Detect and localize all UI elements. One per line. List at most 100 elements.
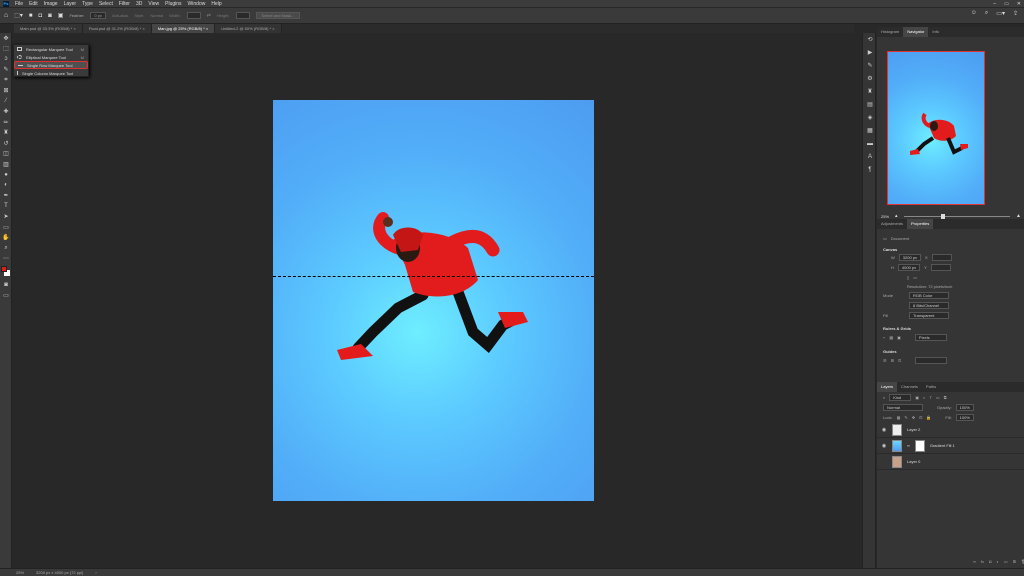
link-layers-icon[interactable]: ∞ xyxy=(973,559,976,564)
filter-pixel-icon[interactable]: ▣ xyxy=(915,395,919,400)
healing-brush-icon[interactable]: ✚ xyxy=(0,107,12,118)
tab-histogram[interactable]: Histogram xyxy=(877,27,903,37)
screen-mode-icon[interactable]: ▭ xyxy=(0,291,12,302)
zoom-slider[interactable] xyxy=(903,213,1011,219)
stamp-tool-icon[interactable]: ♜ xyxy=(0,128,12,139)
close-icon[interactable]: × xyxy=(272,26,274,31)
actions-icon[interactable]: ▶ xyxy=(863,46,877,59)
quick-select-tool-icon[interactable]: ✎ xyxy=(0,65,12,76)
status-arrow-icon[interactable]: › xyxy=(95,570,96,575)
lock-transparent-icon[interactable]: ▦ xyxy=(897,415,901,420)
pen-tool-icon[interactable]: ✒ xyxy=(0,191,12,202)
quick-mask-icon[interactable]: ◙ xyxy=(0,280,12,291)
filter-kind-select[interactable]: Kind xyxy=(889,393,912,401)
tab-man[interactable]: Man.jpg @ 25% (RGB/8) * × xyxy=(151,24,216,33)
close-icon[interactable]: × xyxy=(73,26,75,31)
zoom-tool-icon[interactable]: ⌕ xyxy=(0,243,12,254)
menu-window[interactable]: Window xyxy=(188,1,206,7)
character-icon[interactable]: A xyxy=(863,150,877,163)
opacity-field[interactable]: 100% xyxy=(955,403,974,411)
blend-mode-select[interactable]: Normal xyxy=(883,403,923,411)
menu-help[interactable]: Help xyxy=(211,1,221,7)
filter-type-icon[interactable]: T xyxy=(929,395,931,400)
lock-all-icon[interactable]: 🔒 xyxy=(926,415,931,420)
guides-layout-icon[interactable]: ☰ xyxy=(883,358,887,363)
dodge-tool-icon[interactable]: ◐ xyxy=(0,180,12,191)
tab-navigator[interactable]: Navigator xyxy=(903,27,929,37)
layer-row[interactable]: ◉ Layer 2 xyxy=(877,422,1024,438)
brushes-icon[interactable]: ✎ xyxy=(863,59,877,72)
close-icon[interactable]: × xyxy=(206,26,208,31)
foreground-color-swatch[interactable] xyxy=(1,266,7,272)
paragraph-icon[interactable]: ¶ xyxy=(863,163,877,176)
tab-properties[interactable]: Properties xyxy=(907,219,934,229)
lock-image-icon[interactable]: ✎ xyxy=(904,415,907,420)
filter-search-icon[interactable]: ⌕ xyxy=(883,395,885,400)
bit-depth-select[interactable]: 8 Bits/Channel xyxy=(909,301,949,309)
tab-paths[interactable]: Paths xyxy=(922,382,940,392)
lock-position-icon[interactable]: ✥ xyxy=(912,415,915,420)
single-column-marquee-item[interactable]: Single Column Marquee Tool xyxy=(14,69,88,77)
history-icon[interactable]: ⟲ xyxy=(863,33,877,46)
swatches-icon[interactable]: ▦ xyxy=(863,124,877,137)
guide-from-shape-icon[interactable]: ⊡ xyxy=(898,358,901,363)
select-and-mask-button[interactable]: Select and Mask... xyxy=(255,12,301,19)
tab-channels[interactable]: Channels xyxy=(897,382,922,392)
menu-view[interactable]: View xyxy=(148,1,159,7)
canvas-y-field[interactable] xyxy=(930,263,951,271)
subtract-selection-icon[interactable]: ◙ xyxy=(48,13,52,19)
portrait-icon[interactable]: ▯ xyxy=(907,275,909,280)
frame-tool-icon[interactable]: ⊠ xyxy=(0,86,12,97)
filter-adjust-icon[interactable]: ◐ xyxy=(923,395,925,400)
home-icon[interactable]: ⌂ xyxy=(4,12,8,19)
hand-tool-icon[interactable]: ✋ xyxy=(0,233,12,244)
adjustment-layer-icon[interactable]: ◐ xyxy=(996,559,998,564)
guide-color-select[interactable] xyxy=(915,356,948,364)
feather-input[interactable]: 0 px xyxy=(90,12,106,19)
menu-select[interactable]: Select xyxy=(99,1,113,7)
layer-name[interactable]: Layer 2 xyxy=(907,427,920,432)
menu-type[interactable]: Type xyxy=(82,1,93,7)
menu-edit[interactable]: Edit xyxy=(29,1,38,7)
crop-tool-icon[interactable]: ⌗ xyxy=(0,75,12,86)
single-row-marquee-item[interactable]: Single Row Marquee Tool xyxy=(14,61,88,69)
layer-name[interactable]: Gradient Fill 1 xyxy=(930,443,955,448)
more-tools-icon[interactable]: ⋯ xyxy=(0,254,12,265)
tab-info[interactable]: Info xyxy=(928,27,943,37)
navigator-zoom-value[interactable]: 25% xyxy=(881,214,889,219)
menu-file[interactable]: File xyxy=(15,1,23,7)
eyedropper-tool-icon[interactable]: ⁄ xyxy=(0,96,12,107)
height-input[interactable] xyxy=(235,12,250,19)
new-selection-icon[interactable]: ■ xyxy=(29,13,33,19)
tab-float[interactable]: Float.psd @ 31.2% (RGB/8) * × xyxy=(82,24,152,33)
lock-artboard-icon[interactable]: ⊡ xyxy=(919,415,922,420)
layer-row[interactable]: ◉ ∞ Gradient Fill 1 xyxy=(877,438,1024,454)
ruler-icon[interactable]: ⌐ xyxy=(883,335,885,340)
3d-icon[interactable]: ◈ xyxy=(863,111,877,124)
share-icon[interactable]: ⇪ xyxy=(1013,10,1018,17)
menu-layer[interactable]: Layer xyxy=(64,1,77,7)
workspace-icon[interactable]: ▭▾ xyxy=(996,10,1005,17)
blur-tool-icon[interactable]: ● xyxy=(0,170,12,181)
eraser-tool-icon[interactable]: ◫ xyxy=(0,149,12,160)
close-icon[interactable]: × xyxy=(142,26,144,31)
zoom-slider-thumb[interactable] xyxy=(940,213,945,219)
close-icon[interactable]: ✕ xyxy=(1017,1,1021,7)
search-icon[interactable]: ⌕ xyxy=(985,10,988,17)
menu-filter[interactable]: Filter xyxy=(119,1,130,7)
tab-adjustments[interactable]: Adjustments xyxy=(877,219,907,229)
layer-fill-field[interactable]: 100% xyxy=(955,413,974,421)
layer-row[interactable]: Layer 0 xyxy=(877,454,1024,470)
canvas-height-field[interactable]: 4000 px xyxy=(897,263,921,271)
visibility-eye-icon[interactable]: ◉ xyxy=(881,443,887,449)
marquee-tool-icon[interactable]: ⬚ xyxy=(0,44,12,55)
units-select[interactable]: Pixels xyxy=(914,333,947,341)
color-swatches[interactable] xyxy=(0,264,11,280)
layer-name[interactable]: Layer 0 xyxy=(907,459,920,464)
group-icon[interactable]: ▭ xyxy=(1004,559,1008,564)
fx-icon[interactable]: fx xyxy=(981,559,984,564)
add-selection-icon[interactable]: ◘ xyxy=(39,13,43,19)
type-tool-icon[interactable]: T xyxy=(0,201,12,212)
menu-plugins[interactable]: Plugins xyxy=(165,1,181,7)
minimize-icon[interactable]: – xyxy=(993,1,996,7)
